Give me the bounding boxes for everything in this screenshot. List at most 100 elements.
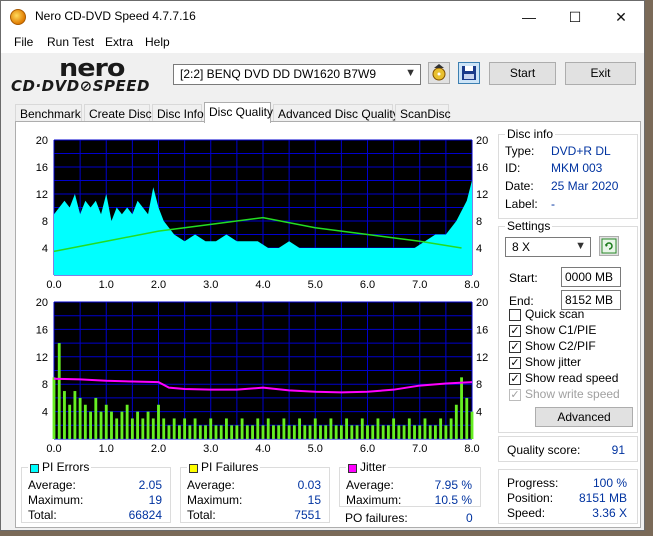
bottom-pi-failure-bar [240, 418, 244, 439]
bottom-pi-failure-bar [287, 425, 291, 439]
bottom-pi-failure-bar [251, 425, 254, 439]
pi-errors-max-value: 19 [148, 493, 162, 507]
show-write-speed-label: Show write speed [525, 387, 620, 401]
bottom-pi-failure-bar [230, 425, 234, 439]
disc-label-value: - [551, 197, 555, 211]
bottom-pi-failure-bar [52, 377, 56, 439]
bottom-pi-failure-bar [57, 343, 61, 439]
pi-failures-total-label: Total: [187, 508, 216, 522]
disc-label-label: Label: [505, 197, 538, 211]
bottom-pi-failure-bar [381, 425, 385, 439]
top-y-tick-label-right: 4 [476, 243, 482, 255]
refresh-icon [601, 238, 617, 254]
bottom-pi-failure-bar [465, 397, 469, 439]
bottom-pi-failure-bar [68, 404, 72, 439]
bottom-pi-failure-bar [386, 425, 390, 439]
bottom-x-tick-label: 4.0 [255, 443, 270, 455]
bottom-pi-failure-bar [125, 404, 129, 439]
quality-score-value: 91 [611, 443, 625, 457]
maximize-button[interactable]: ☐ [552, 1, 598, 33]
speed-select[interactable]: 8 X ▼ [505, 237, 591, 257]
progress-value: 100 % [592, 476, 627, 490]
show-jitter-label: Show jitter [525, 355, 582, 369]
bottom-pi-failure-bar [298, 418, 301, 439]
bottom-pi-failure-bar [193, 418, 197, 439]
top-x-tick-label: 5.0 [308, 279, 323, 291]
jitter-avg-value: 7.95 % [434, 478, 472, 492]
menu-extra[interactable]: Extra [105, 35, 133, 49]
tab-scandisc[interactable]: ScanDisc [395, 104, 451, 122]
chevron-down-icon: ▼ [405, 67, 416, 79]
app-window: Nero CD-DVD Speed 4.7.7.16 — ☐ ✕ File Ru… [0, 0, 645, 531]
show-c1-label: Show C1/PIE [525, 323, 597, 337]
bottom-pi-failure-bar [120, 411, 124, 439]
bottom-pi-failure-bar [214, 425, 218, 439]
bottom-pi-failure-bar [313, 418, 317, 439]
tab-create-disc[interactable]: Create Disc [84, 104, 152, 122]
bottom-pi-failure-bar [141, 418, 145, 439]
bottom-pi-failure-bar [324, 425, 328, 439]
bottom-x-tick-label: 2.0 [151, 443, 166, 455]
quick-scan-checkbox[interactable] [509, 309, 521, 321]
top-x-tick-label: 4.0 [255, 279, 270, 291]
bottom-pi-failure-bar [151, 418, 155, 439]
top-x-tick-label: 7.0 [412, 279, 427, 291]
show-c1-checkbox[interactable]: ✓ [509, 325, 521, 337]
pi-errors-swatch [30, 464, 39, 473]
bottom-y-tick-label-left: 16 [36, 324, 48, 336]
bottom-pi-failure-bar [272, 425, 275, 439]
speed-value: 3.36 X [592, 506, 627, 520]
show-c2-checkbox[interactable]: ✓ [509, 341, 521, 353]
position-label: Position: [507, 491, 554, 505]
tab-disc-info[interactable]: Disc Info [152, 104, 204, 122]
close-button[interactable]: ✕ [598, 1, 644, 33]
save-button[interactable] [458, 62, 480, 84]
bottom-y-tick-label-left: 12 [36, 352, 48, 364]
pi-failures-avg-value: 0.03 [297, 478, 321, 492]
bottom-x-tick-label: 5.0 [308, 443, 323, 455]
bottom-pi-failure-bar [146, 411, 150, 439]
settings-group: Settings 8 X ▼ Start: 0000 MB End: 8152 … [498, 219, 638, 433]
exit-button[interactable]: Exit [565, 62, 636, 85]
start-input[interactable]: 0000 MB [561, 267, 621, 287]
top-y-tick-label-right: 8 [476, 216, 482, 228]
show-read-speed-checkbox[interactable]: ✓ [509, 373, 521, 385]
top-y-tick-label-left: 12 [36, 189, 48, 201]
show-jitter-checkbox[interactable]: ✓ [509, 357, 521, 369]
top-y-tick-label-left: 4 [42, 243, 48, 255]
drive-select[interactable]: [2:2] BENQ DVD DD DW1620 B7W9 ▼ [173, 64, 421, 85]
bottom-pi-failure-bar [350, 425, 354, 439]
bottom-y-tick-label-right: 16 [476, 324, 488, 336]
minimize-button[interactable]: — [506, 1, 552, 33]
bottom-pi-failure-bar [136, 411, 140, 439]
drive-select-value: [2:2] BENQ DVD DD DW1620 B7W9 [180, 67, 377, 81]
bottom-pi-failure-bar [439, 418, 443, 439]
disc-date-label: Date: [505, 179, 534, 193]
bottom-pi-failure-bar [371, 425, 375, 439]
advanced-button[interactable]: Advanced [535, 407, 633, 427]
refresh-speed-button[interactable] [599, 236, 619, 256]
bottom-pi-failure-bar [198, 425, 202, 439]
tab-advanced-disc-quality[interactable]: Advanced Disc Quality [273, 104, 399, 122]
logo-cddvd-text: CD·DVD⊘SPEED [11, 77, 150, 95]
disc-eject-icon [432, 64, 446, 81]
top-x-tick-label: 2.0 [151, 279, 166, 291]
menu-run-test[interactable]: Run Test [47, 35, 94, 49]
bottom-pi-failure-bar [245, 425, 249, 439]
quality-score-label: Quality score: [507, 443, 581, 457]
tab-disc-quality[interactable]: Disc Quality [204, 102, 273, 123]
menu-file[interactable]: File [14, 35, 33, 49]
pi-errors-avg-value: 2.05 [138, 478, 162, 492]
pi-errors-total-label: Total: [28, 508, 57, 522]
start-label: Start: [509, 271, 538, 285]
menu-help[interactable]: Help [145, 35, 170, 49]
eject-button[interactable] [428, 62, 450, 84]
tab-benchmark[interactable]: Benchmark [15, 104, 82, 122]
jitter-avg-label: Average: [346, 478, 394, 492]
top-y-tick-label-left: 8 [42, 216, 48, 228]
bottom-pi-failure-bar [235, 425, 239, 439]
start-button[interactable]: Start [489, 62, 556, 85]
bottom-pi-failure-bar [470, 411, 474, 439]
show-read-speed-label: Show read speed [525, 371, 619, 385]
bottom-x-tick-label: 6.0 [360, 443, 375, 455]
